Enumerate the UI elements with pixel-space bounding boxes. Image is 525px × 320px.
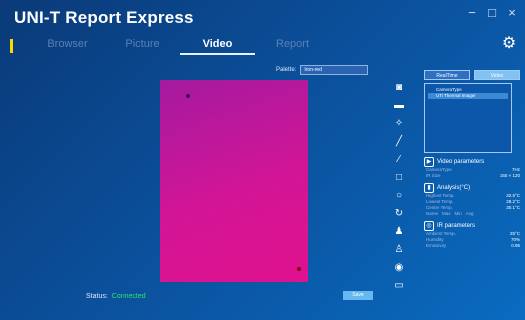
ir-parameters: ◎ IR parameters Ambient Temp. 25°C Humidi… (424, 221, 520, 249)
tab-picture[interactable]: Picture (105, 38, 180, 55)
video-params-title: Video parameters (437, 159, 485, 165)
point-icon[interactable]: ✧ (393, 118, 405, 130)
cold-spot-marker (186, 94, 190, 98)
accent-marker (10, 39, 13, 53)
palette-row: Palette: Iron-red (276, 65, 369, 75)
save-button[interactable]: Save (343, 291, 373, 300)
status-label: Status: (86, 293, 108, 300)
status-value: Connected (111, 293, 146, 300)
rotate-icon[interactable]: ↻ (393, 208, 405, 220)
close-button[interactable]: × (505, 6, 519, 20)
ir-icon: ◎ (424, 221, 434, 231)
video-params-header: ▶ Video parameters (424, 157, 520, 167)
palette-select[interactable]: Iron-red (300, 65, 369, 75)
minimize-button[interactable]: − (465, 6, 479, 20)
tab-video[interactable]: Video (180, 38, 255, 55)
video-camera-icon: ▶ (424, 157, 434, 167)
maximize-button[interactable]: □ (485, 6, 499, 20)
rectangle-icon[interactable]: □ (393, 172, 405, 184)
people-icon[interactable]: ♙ (393, 244, 405, 256)
main-tabs: Browser Picture Video Report (30, 38, 330, 55)
video-icon[interactable]: ▬ (393, 100, 405, 112)
analysis-header: ▮ Analysis(°C) (424, 183, 520, 193)
status-row: Status: Connected (86, 293, 146, 300)
hot-spot-marker (297, 267, 301, 271)
camera-icon[interactable]: ◙ (393, 82, 405, 94)
tab-video-panel[interactable]: Video (474, 70, 520, 80)
screen-icon[interactable]: ▭ (393, 280, 405, 292)
person-icon[interactable]: ♟ (393, 226, 405, 238)
video-parameters: ▶ Video parameters CameraType 7Hz IR Size… (424, 157, 520, 179)
palette-label: Palette: (276, 67, 297, 73)
ir-params-title: IR parameters (437, 223, 476, 229)
tool-strip: ◙ ▬ ✧ ╱ ⁄ □ ○ ↻ ♟ ♙ ◉ ▭ (393, 82, 407, 292)
analysis-section: ▮ Analysis(°C) Highest Temp. 32.5°C Lowes… (424, 183, 520, 217)
circle-icon[interactable]: ○ (393, 190, 405, 202)
analysis-title: Analysis(°C) (437, 185, 471, 191)
window-controls: − □ × (465, 6, 519, 20)
tab-browser[interactable]: Browser (30, 38, 105, 55)
title-bar: UNI-T Report Express − □ × (0, 0, 525, 30)
thermal-image[interactable] (160, 80, 308, 282)
tab-report[interactable]: Report (255, 38, 330, 55)
right-panel: RealTime Video CameraType UTi Thermal Im… (424, 70, 520, 249)
eye-icon[interactable]: ◉ (393, 262, 405, 274)
camera-list[interactable]: CameraType UTi Thermal Imager (424, 83, 512, 153)
app-title: UNI-T Report Express (14, 8, 194, 27)
param-row: IR Size 160 × 120 (426, 173, 520, 178)
ir-row: Emissivity 0.95 (426, 243, 520, 248)
thermometer-icon: ▮ (424, 183, 434, 193)
analysis-columns: Name Max Min Avg (426, 211, 474, 216)
ir-params-header: ◎ IR parameters (424, 221, 520, 231)
gear-icon[interactable]: ⚙ (501, 36, 517, 52)
panel-tabs: RealTime Video (424, 70, 520, 80)
draw-line-icon[interactable]: ⁄ (393, 154, 405, 166)
line-icon[interactable]: ╱ (393, 136, 405, 148)
tab-realtime[interactable]: RealTime (424, 70, 470, 80)
list-item[interactable]: UTi Thermal Imager (428, 93, 508, 99)
